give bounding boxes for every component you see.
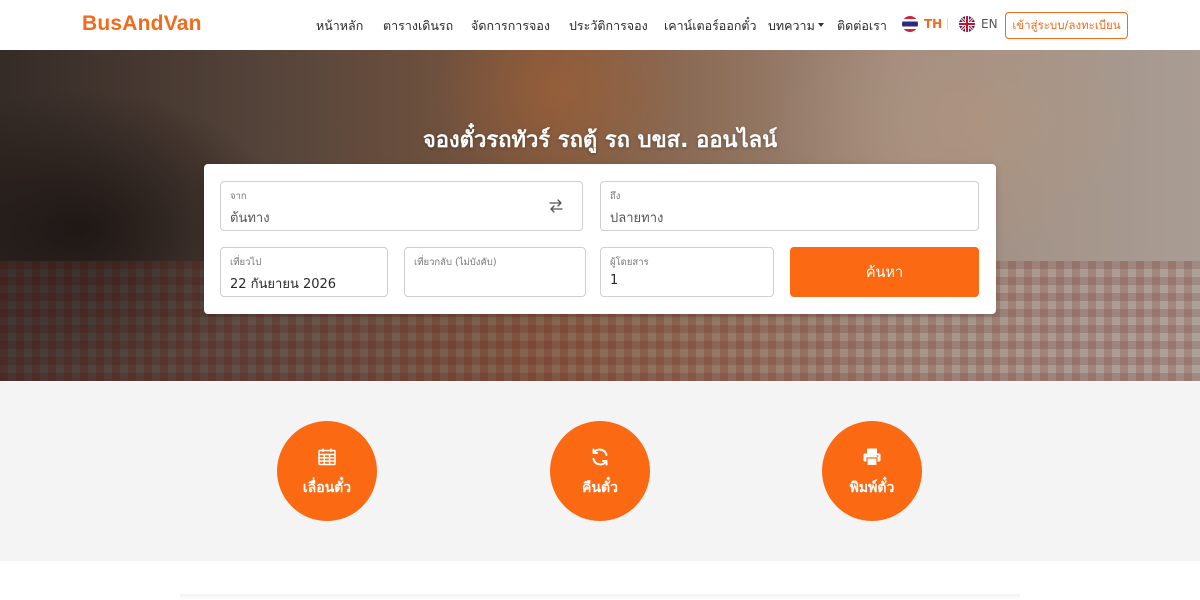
print-ticket-button[interactable]: พิมพ์ตั๋ว xyxy=(822,421,922,521)
origin-label: จาก xyxy=(230,191,247,202)
origin-field[interactable]: จาก ต้นทาง xyxy=(220,181,583,231)
refresh-icon xyxy=(590,447,610,467)
brand-logo[interactable]: BusAndVan xyxy=(82,12,202,36)
lang-divider xyxy=(947,18,948,30)
passengers-label: ผู้โดยสาร xyxy=(610,257,649,268)
return-label: เที่ยวกลับ (ไม่บังคับ) xyxy=(414,257,497,268)
destination-placeholder: ปลายทาง xyxy=(610,211,664,226)
nav-schedule[interactable]: ตารางเดินรถ xyxy=(383,16,453,36)
nav-articles-dropdown[interactable]: บทความ xyxy=(768,16,824,36)
nav-articles-label: บทความ xyxy=(768,18,815,33)
search-form: จาก ต้นทาง ถึง ปลายทาง เที่ยวไป 22 กันยา… xyxy=(204,164,996,314)
lang-th-label: TH xyxy=(924,17,943,31)
quick-actions-section: เลื่อนตั๋ว คืนตั๋ว พิมพ์ตั๋ว xyxy=(0,381,1200,561)
caret-down-icon xyxy=(817,22,824,27)
nav-contact[interactable]: ติดต่อเรา xyxy=(837,16,887,36)
nav-ticket-counter[interactable]: เคาน์เตอร์ออกตั๋ว xyxy=(664,16,757,36)
content-card-top-edge xyxy=(180,594,1020,600)
lang-en[interactable]: EN xyxy=(959,16,998,32)
change-ticket-button[interactable]: เลื่อนตั๋ว xyxy=(277,421,377,521)
nav-home[interactable]: หน้าหลัก xyxy=(316,16,363,36)
login-register-button[interactable]: เข้าสู่ระบบ/ลงทะเบียน xyxy=(1005,12,1128,39)
lang-th[interactable]: TH xyxy=(902,16,942,32)
refund-ticket-label: คืนตั๋ว xyxy=(582,480,618,496)
depart-label: เที่ยวไป xyxy=(230,257,262,268)
uk-flag-icon xyxy=(959,16,975,32)
depart-date-field[interactable]: เที่ยวไป 22 กันยายน 2026 xyxy=(220,247,388,297)
calendar-icon xyxy=(317,447,337,467)
change-ticket-label: เลื่อนตั๋ว xyxy=(302,480,352,496)
depart-value: 22 กันยายน 2026 xyxy=(230,277,337,292)
passengers-value: 1 xyxy=(610,273,619,288)
origin-placeholder: ต้นทาง xyxy=(230,211,270,226)
print-ticket-label: พิมพ์ตั๋ว xyxy=(849,480,895,496)
lang-en-label: EN xyxy=(981,17,998,31)
nav-booking-history[interactable]: ประวัติการจอง xyxy=(569,16,648,36)
nav-manage-booking[interactable]: จัดการการจอง xyxy=(471,16,550,36)
return-date-field[interactable]: เที่ยวกลับ (ไม่บังคับ) xyxy=(404,247,586,297)
refund-ticket-button[interactable]: คืนตั๋ว xyxy=(550,421,650,521)
destination-field[interactable]: ถึง ปลายทาง xyxy=(600,181,979,231)
top-header: BusAndVan หน้าหลัก ตารางเดินรถ จัดการการ… xyxy=(0,0,1200,50)
passengers-field[interactable]: ผู้โดยสาร 1 xyxy=(600,247,774,297)
search-button[interactable]: ค้นหา xyxy=(790,247,979,297)
thailand-flag-icon xyxy=(902,16,918,32)
print-icon xyxy=(862,447,882,467)
hero-title: จองตั๋วรถทัวร์ รถตู้ รถ บขส. ออนไลน์ xyxy=(422,128,778,153)
destination-label: ถึง xyxy=(610,191,621,202)
swap-icon[interactable] xyxy=(548,198,564,214)
